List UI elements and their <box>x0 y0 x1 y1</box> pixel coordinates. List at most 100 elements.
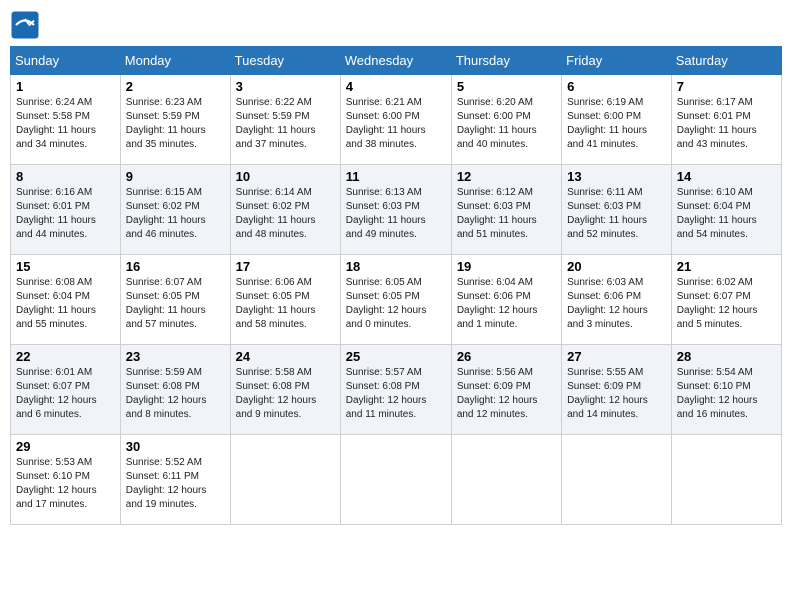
day-info: Sunrise: 5:55 AM Sunset: 6:09 PM Dayligh… <box>567 366 666 422</box>
calendar-cell <box>340 435 451 525</box>
calendar-cell: 1Sunrise: 6:24 AM Sunset: 5:58 PM Daylig… <box>11 75 121 165</box>
calendar-cell: 8 Sunrise: 6:16 AM Sunset: 6:01 PM Daylig… <box>11 165 121 255</box>
calendar-table: SundayMondayTuesdayWednesdayThursdayFrid… <box>10 46 782 525</box>
day-info: Sunrise: 5:58 AM Sunset: 6:08 PM Dayligh… <box>236 366 335 422</box>
calendar-cell: 27 Sunrise: 5:55 AM Sunset: 6:09 PM Dayli… <box>562 345 672 435</box>
calendar-cell: 26Sunrise: 5:56 AM Sunset: 6:09 PM Dayli… <box>451 345 561 435</box>
day-info: Sunrise: 5:54 AM Sunset: 6:10 PM Dayligh… <box>677 366 776 422</box>
calendar-cell <box>562 435 672 525</box>
day-info: Sunrise: 6:19 AM Sunset: 6:00 PM Dayligh… <box>567 96 666 152</box>
day-info: Sunrise: 6:08 AM Sunset: 6:04 PM Dayligh… <box>16 276 115 332</box>
calendar-cell: 7 Sunrise: 6:17 AM Sunset: 6:01 PM Daylig… <box>671 75 781 165</box>
day-number: 30 <box>126 439 225 454</box>
day-number: 23 <box>126 349 225 364</box>
day-number: 18 <box>346 259 446 274</box>
day-number: 13 <box>567 169 666 184</box>
day-number: 5 <box>457 79 556 94</box>
calendar-cell: 15 Sunrise: 6:08 AM Sunset: 6:04 PM Dayli… <box>11 255 121 345</box>
calendar-week-row: 1Sunrise: 6:24 AM Sunset: 5:58 PM Daylig… <box>11 75 782 165</box>
day-number: 11 <box>346 169 446 184</box>
calendar-week-row: 22 Sunrise: 6:01 AM Sunset: 6:07 PM Dayli… <box>11 345 782 435</box>
day-info: Sunrise: 6:20 AM Sunset: 6:00 PM Dayligh… <box>457 96 556 152</box>
calendar-header-row: SundayMondayTuesdayWednesdayThursdayFrid… <box>11 47 782 75</box>
calendar-cell: 16 Sunrise: 6:07 AM Sunset: 6:05 PM Dayli… <box>120 255 230 345</box>
day-number: 8 <box>16 169 115 184</box>
calendar-cell: 9 Sunrise: 6:15 AM Sunset: 6:02 PM Daylig… <box>120 165 230 255</box>
page-header <box>10 10 782 40</box>
day-info: Sunrise: 5:57 AM Sunset: 6:08 PM Dayligh… <box>346 366 446 422</box>
calendar-cell: 13 Sunrise: 6:11 AM Sunset: 6:03 PM Dayli… <box>562 165 672 255</box>
day-number: 28 <box>677 349 776 364</box>
day-header-wednesday: Wednesday <box>340 47 451 75</box>
day-info: Sunrise: 6:15 AM Sunset: 6:02 PM Dayligh… <box>126 186 225 242</box>
day-number: 20 <box>567 259 666 274</box>
day-number: 17 <box>236 259 335 274</box>
day-number: 29 <box>16 439 115 454</box>
calendar-cell: 4Sunrise: 6:21 AM Sunset: 6:00 PM Daylig… <box>340 75 451 165</box>
calendar-cell: 30 Sunrise: 5:52 AM Sunset: 6:11 PM Dayli… <box>120 435 230 525</box>
calendar-cell <box>230 435 340 525</box>
calendar-cell: 5 Sunrise: 6:20 AM Sunset: 6:00 PM Daylig… <box>451 75 561 165</box>
calendar-cell <box>451 435 561 525</box>
day-info: Sunrise: 6:06 AM Sunset: 6:05 PM Dayligh… <box>236 276 335 332</box>
logo <box>10 10 42 40</box>
day-number: 19 <box>457 259 556 274</box>
calendar-cell: 22 Sunrise: 6:01 AM Sunset: 6:07 PM Dayli… <box>11 345 121 435</box>
logo-icon <box>10 10 40 40</box>
day-number: 1 <box>16 79 115 94</box>
calendar-cell: 18 Sunrise: 6:05 AM Sunset: 6:05 PM Dayli… <box>340 255 451 345</box>
calendar-cell: 29 Sunrise: 5:53 AM Sunset: 6:10 PM Dayli… <box>11 435 121 525</box>
day-info: Sunrise: 5:59 AM Sunset: 6:08 PM Dayligh… <box>126 366 225 422</box>
day-header-saturday: Saturday <box>671 47 781 75</box>
day-info: Sunrise: 6:13 AM Sunset: 6:03 PM Dayligh… <box>346 186 446 242</box>
calendar-cell: 17 Sunrise: 6:06 AM Sunset: 6:05 PM Dayli… <box>230 255 340 345</box>
day-number: 6 <box>567 79 666 94</box>
day-info: Sunrise: 6:10 AM Sunset: 6:04 PM Dayligh… <box>677 186 776 242</box>
day-number: 15 <box>16 259 115 274</box>
day-header-sunday: Sunday <box>11 47 121 75</box>
calendar-week-row: 8 Sunrise: 6:16 AM Sunset: 6:01 PM Daylig… <box>11 165 782 255</box>
calendar-week-row: 15 Sunrise: 6:08 AM Sunset: 6:04 PM Dayli… <box>11 255 782 345</box>
day-header-friday: Friday <box>562 47 672 75</box>
day-number: 12 <box>457 169 556 184</box>
day-info: Sunrise: 6:07 AM Sunset: 6:05 PM Dayligh… <box>126 276 225 332</box>
day-info: Sunrise: 6:05 AM Sunset: 6:05 PM Dayligh… <box>346 276 446 332</box>
calendar-cell: 20 Sunrise: 6:03 AM Sunset: 6:06 PM Dayli… <box>562 255 672 345</box>
calendar-cell: 23 Sunrise: 5:59 AM Sunset: 6:08 PM Dayli… <box>120 345 230 435</box>
day-number: 16 <box>126 259 225 274</box>
day-info: Sunrise: 6:21 AM Sunset: 6:00 PM Dayligh… <box>346 96 446 152</box>
day-info: Sunrise: 6:01 AM Sunset: 6:07 PM Dayligh… <box>16 366 115 422</box>
day-number: 27 <box>567 349 666 364</box>
day-header-tuesday: Tuesday <box>230 47 340 75</box>
calendar-cell: 11 Sunrise: 6:13 AM Sunset: 6:03 PM Dayli… <box>340 165 451 255</box>
day-number: 3 <box>236 79 335 94</box>
day-info: Sunrise: 6:22 AM Sunset: 5:59 PM Dayligh… <box>236 96 335 152</box>
day-info: Sunrise: 5:52 AM Sunset: 6:11 PM Dayligh… <box>126 456 225 512</box>
day-number: 10 <box>236 169 335 184</box>
calendar-week-row: 29 Sunrise: 5:53 AM Sunset: 6:10 PM Dayli… <box>11 435 782 525</box>
day-info: Sunrise: 6:11 AM Sunset: 6:03 PM Dayligh… <box>567 186 666 242</box>
calendar-cell <box>671 435 781 525</box>
day-info: Sunrise: 6:02 AM Sunset: 6:07 PM Dayligh… <box>677 276 776 332</box>
day-info: Sunrise: 5:56 AM Sunset: 6:09 PM Dayligh… <box>457 366 556 422</box>
day-info: Sunrise: 6:14 AM Sunset: 6:02 PM Dayligh… <box>236 186 335 242</box>
day-number: 21 <box>677 259 776 274</box>
day-number: 2 <box>126 79 225 94</box>
day-info: Sunrise: 6:23 AM Sunset: 5:59 PM Dayligh… <box>126 96 225 152</box>
day-info: Sunrise: 5:53 AM Sunset: 6:10 PM Dayligh… <box>16 456 115 512</box>
day-number: 9 <box>126 169 225 184</box>
calendar-cell: 12 Sunrise: 6:12 AM Sunset: 6:03 PM Dayli… <box>451 165 561 255</box>
day-info: Sunrise: 6:17 AM Sunset: 6:01 PM Dayligh… <box>677 96 776 152</box>
day-number: 7 <box>677 79 776 94</box>
day-number: 22 <box>16 349 115 364</box>
day-number: 14 <box>677 169 776 184</box>
calendar-cell: 14 Sunrise: 6:10 AM Sunset: 6:04 PM Dayli… <box>671 165 781 255</box>
calendar-cell: 21 Sunrise: 6:02 AM Sunset: 6:07 PM Dayli… <box>671 255 781 345</box>
day-info: Sunrise: 6:12 AM Sunset: 6:03 PM Dayligh… <box>457 186 556 242</box>
day-number: 25 <box>346 349 446 364</box>
day-info: Sunrise: 6:03 AM Sunset: 6:06 PM Dayligh… <box>567 276 666 332</box>
calendar-cell: 24Sunrise: 5:58 AM Sunset: 6:08 PM Dayli… <box>230 345 340 435</box>
calendar-cell: 28 Sunrise: 5:54 AM Sunset: 6:10 PM Dayli… <box>671 345 781 435</box>
calendar-cell: 25 Sunrise: 5:57 AM Sunset: 6:08 PM Dayli… <box>340 345 451 435</box>
day-info: Sunrise: 6:16 AM Sunset: 6:01 PM Dayligh… <box>16 186 115 242</box>
